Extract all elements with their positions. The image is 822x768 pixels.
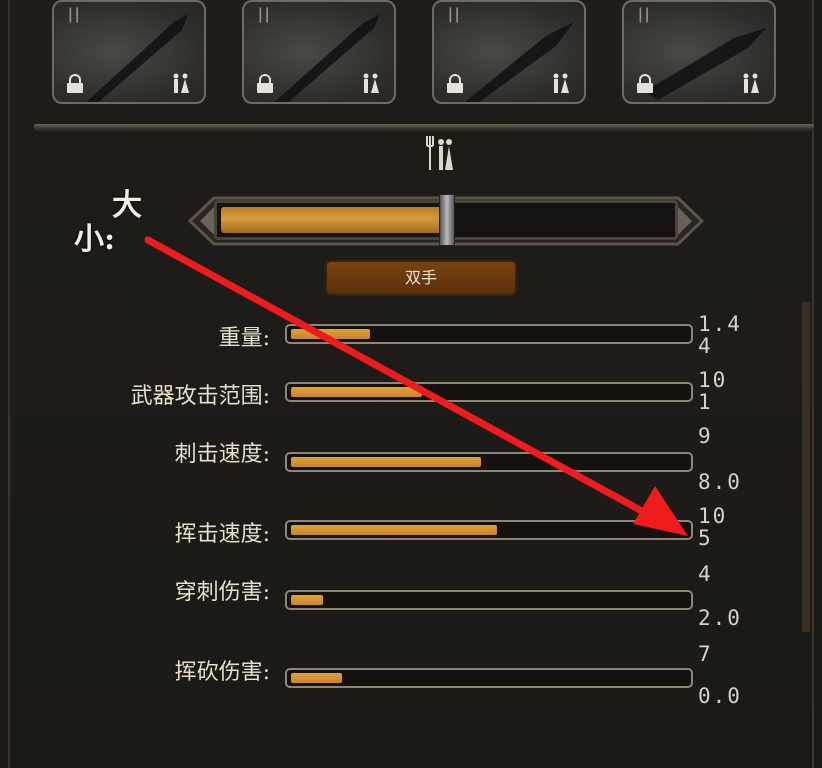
lock-icon [637,74,653,93]
stat-bar-fill [291,595,323,605]
weapon-card[interactable]: ǀǀ [432,0,586,104]
stat-current-value: 1 [698,390,713,414]
stat-current-value: 5 [698,526,713,550]
stat-max-value: 10 [698,504,728,528]
people-icon [743,73,759,93]
stat-current-value: 0.0 [698,684,742,708]
stat-bar-fill [291,673,342,683]
stat-label: 穿刺伤害: [174,580,270,605]
stat-bar [285,324,693,344]
stat-label: 武器攻击范围: [130,384,270,409]
slider-handle[interactable] [439,194,455,246]
weapon-card[interactable]: ǀǀ [52,0,206,104]
stat-current-value: 4 [698,334,713,358]
stat-max-value: 7 [698,642,713,666]
stat-label: 挥砍伤害: [174,660,270,685]
stat-bar [285,382,693,402]
size-large-label: 大 [112,188,142,223]
stat-bar [285,590,693,610]
stat-current-value: 8.0 [698,470,742,494]
stat-max-value: 10 [698,368,728,392]
weapon-card[interactable]: ǀǀ [622,0,776,104]
size-slider[interactable] [188,192,704,250]
stat-bar-fill [291,329,370,339]
lock-icon [447,74,463,93]
stat-max-value: 9 [698,424,713,448]
stat-bar [285,668,693,688]
slider-fill [221,207,446,233]
weapon-card[interactable]: ǀǀ [242,0,396,104]
stat-bar-fill [291,525,497,535]
stat-bar-fill [291,457,481,467]
stat-label: 刺击速度: [174,442,270,467]
stat-bar [285,452,693,472]
lock-icon [67,74,83,93]
stat-max-value: 4 [698,562,713,586]
section-divider [34,124,814,131]
people-icon [173,73,189,93]
people-icon [553,73,569,93]
stat-label: 重量: [218,326,270,351]
people-icon [426,136,453,170]
stat-current-value: 2.0 [698,606,742,630]
size-small-label: 小: [74,222,116,257]
stat-bar [285,520,693,540]
stat-bar-fill [291,387,422,397]
lock-icon [257,74,273,93]
people-icon [363,73,379,93]
stat-max-value: 1.4 [698,312,742,336]
two-handed-button[interactable]: 双手 [325,260,517,296]
stat-label: 挥击速度: [174,522,270,547]
scrollbar[interactable] [802,302,810,632]
